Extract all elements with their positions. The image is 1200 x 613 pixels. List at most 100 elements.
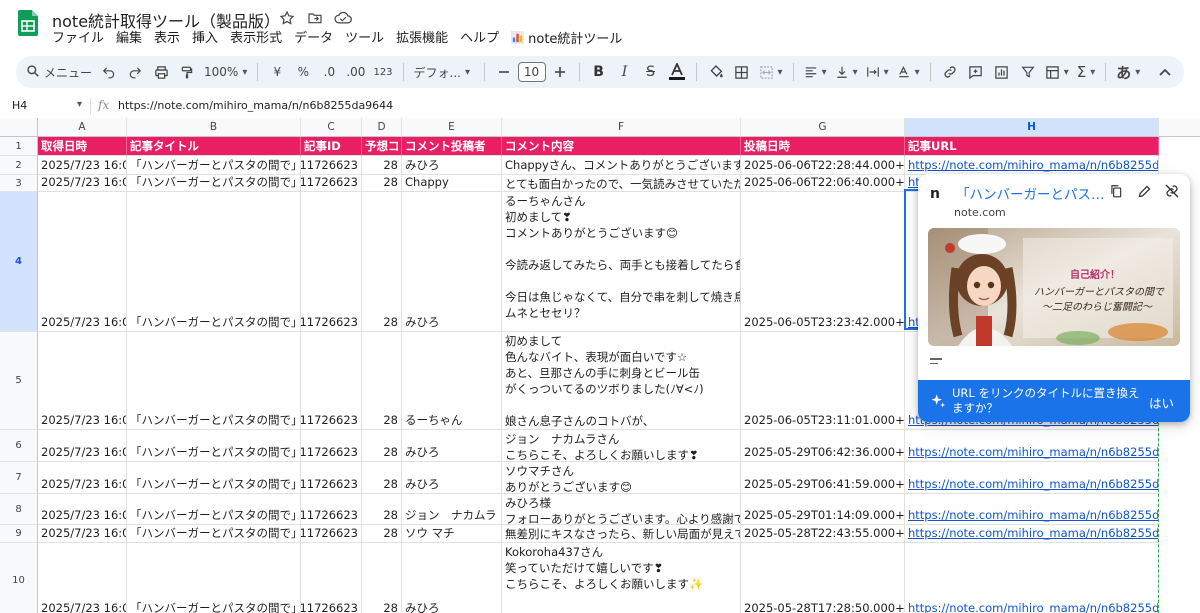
cell-article-id[interactable]: 111726623: [301, 525, 362, 543]
cell-posted-at[interactable]: 2025-05-29T06:41:59.000+09:00: [741, 462, 905, 494]
cell-fetched-at[interactable]: 2025/7/23 16:04: [38, 462, 127, 494]
cell-article-url[interactable]: https://note.com/mihiro_mama/n/n6b8255da…: [905, 156, 1159, 175]
zoom-select[interactable]: 100%: [201, 60, 250, 84]
cell-comment-body[interactable]: ジョン ナカムラさん こちらこそ、よろしくお願いします❣: [502, 430, 741, 462]
row-header[interactable]: 4: [0, 192, 38, 332]
insert-link-icon[interactable]: [938, 60, 962, 84]
link-summary-icon[interactable]: [930, 358, 942, 367]
cell-commenter[interactable]: るーちゃん: [402, 332, 502, 430]
currency-format-button[interactable]: ¥: [265, 60, 289, 84]
cell-posted-at[interactable]: 2025-05-28T17:28:50.000+09:00: [741, 543, 905, 613]
font-size-decrease-button[interactable]: [492, 60, 516, 84]
column-header-c[interactable]: C: [301, 118, 362, 137]
header-cell-article-url[interactable]: 記事URL: [905, 137, 1159, 156]
cell-fetched-at[interactable]: 2025/7/23 16:04: [38, 430, 127, 462]
cell-expected-count[interactable]: 28: [362, 332, 402, 430]
filter-views-icon[interactable]: [1042, 60, 1072, 84]
undo-icon[interactable]: [97, 60, 121, 84]
header-cell-posted-at[interactable]: 投稿日時: [741, 137, 905, 156]
column-header-e[interactable]: E: [402, 118, 502, 137]
cell-comment-body[interactable]: 無差別にキスなさったら、新しい局面が見えて: [502, 525, 741, 543]
menu-file[interactable]: ファイル: [52, 30, 110, 50]
cell-article-title[interactable]: 「ハンバーガーとパスタの間で」: [127, 175, 301, 192]
header-cell-commenter[interactable]: コメント投稿者: [402, 137, 502, 156]
column-header-empty[interactable]: [1159, 118, 1200, 137]
menu-help[interactable]: ヘルプ: [454, 30, 505, 50]
strikethrough-icon[interactable]: S: [639, 60, 663, 84]
vertical-align-icon[interactable]: [832, 60, 861, 84]
increase-decimal-button[interactable]: .00: [343, 60, 368, 84]
cell-fetched-at[interactable]: 2025/7/23 16:04: [38, 494, 127, 525]
move-folder-icon[interactable]: [306, 9, 324, 27]
menu-note-stats-tool[interactable]: note統計ツール: [505, 30, 628, 50]
menu-format[interactable]: 表示形式: [224, 30, 288, 50]
cell-article-title[interactable]: 「ハンバーガーとパスタの間で」: [127, 494, 301, 525]
input-tools-button[interactable]: あ: [1113, 60, 1143, 84]
italic-icon[interactable]: I: [613, 60, 637, 84]
text-rotation-icon[interactable]: [894, 60, 923, 84]
filter-icon[interactable]: [1016, 60, 1040, 84]
cell-commenter[interactable]: みひろ: [402, 156, 502, 175]
cell-article-title[interactable]: 「ハンバーガーとパスタの間で」: [127, 525, 301, 543]
name-box[interactable]: H4: [12, 99, 82, 112]
cell-posted-at[interactable]: 2025-05-29T06:42:36.000+09:00: [741, 430, 905, 462]
number-format-button[interactable]: 123: [370, 60, 395, 84]
percent-format-button[interactable]: %: [291, 60, 315, 84]
cell-comment-body[interactable]: Chappyさん、コメントありがとうございます: [502, 156, 741, 175]
row-header[interactable]: 1: [0, 137, 38, 156]
cell-commenter[interactable]: みひろ: [402, 430, 502, 462]
header-cell-article-id[interactable]: 記事ID: [301, 137, 362, 156]
document-title[interactable]: note統計取得ツール（製品版）: [52, 8, 280, 32]
cell-article-title[interactable]: 「ハンバーガーとパスタの間で」: [127, 430, 301, 462]
cell-article-url[interactable]: https://note.com/mihiro_mama/n/n6b8255da…: [905, 525, 1159, 543]
header-cell-article-title[interactable]: 記事タイトル: [127, 137, 301, 156]
sheets-logo-icon[interactable]: [18, 10, 38, 36]
cell-posted-at[interactable]: 2025-06-06T22:06:40.000+09:00: [741, 175, 905, 192]
column-header-f[interactable]: F: [502, 118, 741, 137]
cell-commenter[interactable]: みひろ: [402, 462, 502, 494]
row-header[interactable]: 9: [0, 525, 38, 543]
insert-comment-icon[interactable]: [964, 60, 988, 84]
menu-edit[interactable]: 編集: [110, 30, 148, 50]
formula-input[interactable]: https://note.com/mihiro_mama/n/n6b8255da…: [118, 99, 393, 112]
cell-expected-count[interactable]: 28: [362, 543, 402, 613]
text-color-icon[interactable]: [665, 60, 689, 84]
cell-article-id[interactable]: 111726623: [301, 175, 362, 192]
cell-article-title[interactable]: 「ハンバーガーとパスタの間で」: [127, 332, 301, 430]
cell-article-url[interactable]: https://note.com/mihiro_mama/n/n6b8255da…: [905, 543, 1159, 613]
cell-comment-body[interactable]: みひろ様 フォローありがとうございます。心より感謝で: [502, 494, 741, 525]
select-all-corner[interactable]: [0, 118, 38, 137]
cell-article-title[interactable]: 「ハンバーガーとパスタの間で」: [127, 192, 301, 332]
menu-view[interactable]: 表示: [148, 30, 186, 50]
cell-expected-count[interactable]: 28: [362, 175, 402, 192]
cell-commenter[interactable]: ソウ マチ: [402, 525, 502, 543]
cell-article-id[interactable]: 111726623: [301, 462, 362, 494]
accept-suggestion-button[interactable]: はい: [1149, 393, 1174, 412]
cell-comment-body[interactable]: Kokoroha437さん 笑っていただけて嬉しいです❣ こちらこそ、よろしくお…: [502, 543, 741, 613]
cell-article-title[interactable]: 「ハンバーガーとパスタの間で」: [127, 462, 301, 494]
cell-article-id[interactable]: 111726623: [301, 156, 362, 175]
cell-commenter[interactable]: ジョン ナカムラ: [402, 494, 502, 525]
cell-expected-count[interactable]: 28: [362, 156, 402, 175]
cell-posted-at[interactable]: 2025-05-29T01:14:09.000+09:00: [741, 494, 905, 525]
merge-cells-icon[interactable]: [756, 60, 786, 84]
cell-commenter[interactable]: Chappy: [402, 175, 502, 192]
cell-fetched-at[interactable]: 2025/7/23 16:04: [38, 525, 127, 543]
cell-expected-count[interactable]: 28: [362, 192, 402, 332]
cell-article-id[interactable]: 111726623: [301, 494, 362, 525]
insert-chart-icon[interactable]: [990, 60, 1014, 84]
header-cell-comment-body[interactable]: コメント内容: [502, 137, 741, 156]
column-header-a[interactable]: A: [38, 118, 127, 137]
column-header-b[interactable]: B: [127, 118, 301, 137]
copy-link-icon[interactable]: [1108, 182, 1124, 200]
smart-chip-suggestion-bar[interactable]: URL をリンクのタイトルに置き換えますか？ はい: [918, 380, 1190, 422]
row-header[interactable]: 2: [0, 156, 38, 175]
row-header[interactable]: 10: [0, 543, 38, 613]
menu-extensions[interactable]: 拡張機能: [390, 30, 454, 50]
collapse-toolbar-icon[interactable]: [1153, 60, 1177, 84]
cell-comment-body[interactable]: るーちゃんさん 初めまして❣ コメントありがとうございます😊 今読み返してみたら…: [502, 192, 741, 332]
cell-article-id[interactable]: 111726623: [301, 430, 362, 462]
cell-fetched-at[interactable]: 2025/7/23 16:04: [38, 175, 127, 192]
cell-article-url[interactable]: https://note.com/mihiro_mama/n/n6b8255da…: [905, 462, 1159, 494]
cell-article-url[interactable]: https://note.com/mihiro_mama/n/n6b8255da…: [905, 430, 1159, 462]
